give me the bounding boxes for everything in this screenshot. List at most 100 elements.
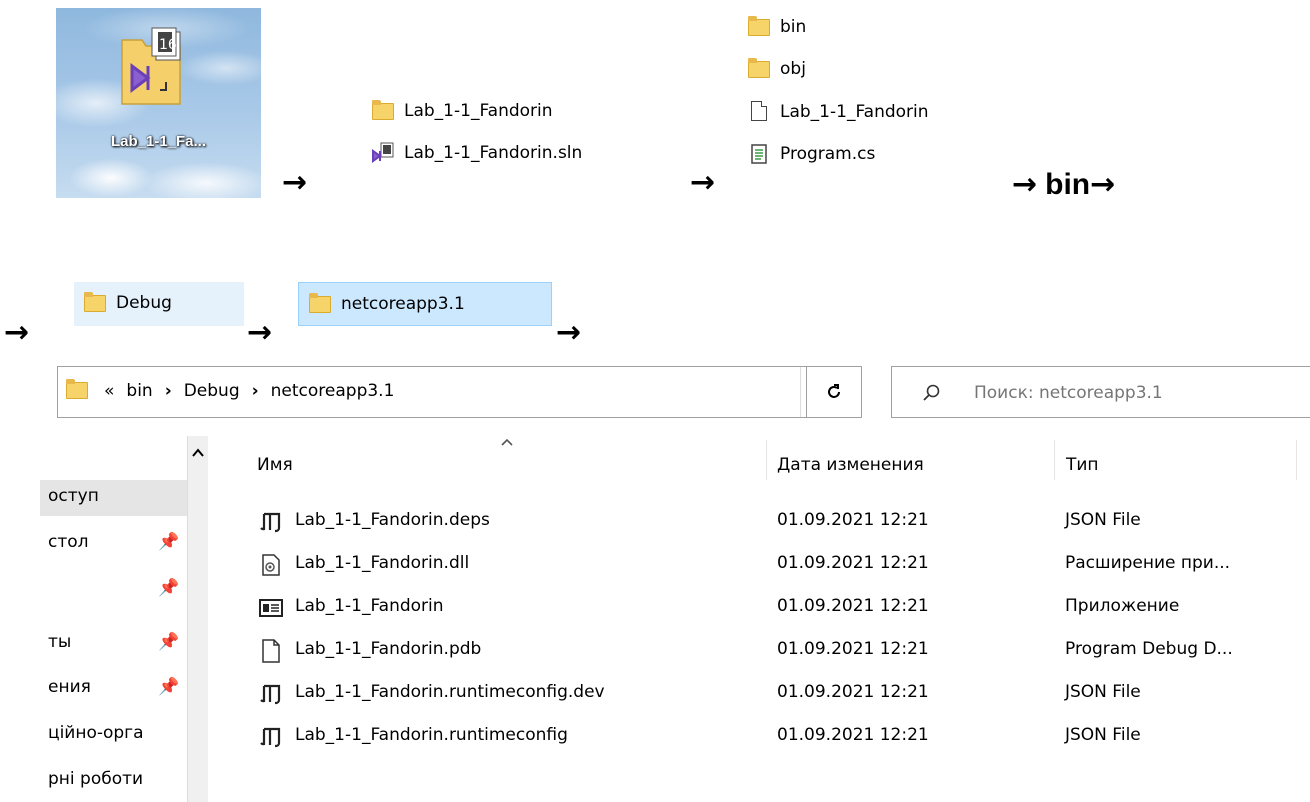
step-arrow-6: → xyxy=(247,315,273,350)
file-date: 01.09.2021 12:21 xyxy=(777,682,929,702)
pin-icon: 📌 xyxy=(158,632,180,652)
column-divider[interactable] xyxy=(1296,440,1297,480)
refresh-icon xyxy=(828,384,840,398)
table-row[interactable]: Lab_1-1_Fandorin.runtimeconfig.dev 01.09… xyxy=(255,676,1310,712)
list-item-label: Lab_1-1_Fandorin xyxy=(780,102,929,122)
nav-item-label: рні роботи xyxy=(48,769,144,789)
nav-item-label: оступ xyxy=(48,486,99,506)
list-item-project-file[interactable]: Lab_1-1_Fandorin xyxy=(748,101,929,123)
file-icon xyxy=(262,639,280,663)
exe-icon xyxy=(259,599,283,617)
file-name: Lab_1-1_Fandorin.dll xyxy=(295,553,470,573)
nav-item-label: ційно-орга xyxy=(48,723,144,743)
search-icon xyxy=(923,384,940,401)
pin-icon: 📌 xyxy=(158,578,180,598)
dll-icon xyxy=(262,554,280,576)
list-item-solution-folder[interactable]: Lab_1-1_Fandorin xyxy=(372,100,553,122)
breadcrumb-debug[interactable]: Debug xyxy=(184,381,240,401)
nav-item-label: ения xyxy=(48,677,91,697)
folder-icon xyxy=(748,16,770,38)
json-icon xyxy=(260,512,281,533)
folder-label: netcoreapp3.1 xyxy=(341,294,465,314)
folder-icon xyxy=(748,58,770,80)
nav-item-label: ты xyxy=(48,632,72,652)
table-row[interactable]: Lab_1-1_Fandorin 01.09.2021 12:21 Прилож… xyxy=(255,590,1310,626)
desktop-shortcut-tile[interactable]: 16 Lab_1-1_Fa... xyxy=(56,8,261,198)
list-item-sln-file[interactable]: Lab_1-1_Fandorin.sln xyxy=(372,142,582,164)
file-date: 01.09.2021 12:21 xyxy=(777,596,929,616)
file-name: Lab_1-1_Fandorin.runtimeconfig.dev xyxy=(295,682,605,702)
breadcrumb-bin[interactable]: bin xyxy=(126,381,152,401)
json-icon xyxy=(260,727,281,748)
step-arrow-2: → xyxy=(690,165,716,200)
netcoreapp-folder-item[interactable]: netcoreapp3.1 xyxy=(298,282,552,326)
step-arrow-4: → xyxy=(1090,167,1116,202)
file-icon xyxy=(748,101,770,123)
folder-icon xyxy=(372,100,394,122)
list-item-label: Program.cs xyxy=(780,144,876,164)
file-type: Расширение при... xyxy=(1065,553,1231,573)
file-name: Lab_1-1_Fandorin.runtimeconfig xyxy=(295,725,568,745)
file-type: JSON File xyxy=(1065,682,1141,702)
column-divider[interactable] xyxy=(1054,440,1055,480)
list-item-obj-folder[interactable]: obj xyxy=(748,58,806,80)
pin-icon: 📌 xyxy=(158,677,180,697)
column-header-date[interactable]: Дата изменения xyxy=(777,455,924,475)
refresh-button[interactable] xyxy=(806,366,862,418)
search-box[interactable] xyxy=(891,366,1310,418)
folder-icon xyxy=(66,379,88,399)
file-name: Lab_1-1_Fandorin.pdb xyxy=(295,639,482,659)
vs-solution-folder-icon: 16 xyxy=(121,27,181,105)
file-type: JSON File xyxy=(1065,510,1141,530)
file-name: Lab_1-1_Fandorin xyxy=(295,596,444,616)
step-arrow-3: → xyxy=(1012,167,1038,202)
text-file-icon xyxy=(748,143,770,165)
file-date: 01.09.2021 12:21 xyxy=(777,639,929,659)
nav-scrollbar[interactable] xyxy=(187,436,208,802)
folder-icon xyxy=(84,292,106,314)
table-row[interactable]: Lab_1-1_Fandorin.pdb 01.09.2021 12:21 Pr… xyxy=(255,633,1310,669)
file-type: Program Debug D... xyxy=(1065,639,1233,659)
debug-folder-item[interactable]: Debug xyxy=(74,282,244,326)
sort-ascending-icon xyxy=(501,438,513,446)
file-type: JSON File xyxy=(1065,725,1141,745)
chevron-right-icon: › xyxy=(164,381,172,401)
file-date: 01.09.2021 12:21 xyxy=(777,553,929,573)
pin-icon: 📌 xyxy=(158,532,180,552)
nav-item-label: стол xyxy=(48,532,89,552)
table-row[interactable]: Lab_1-1_Fandorin.dll 01.09.2021 12:21 Ра… xyxy=(255,547,1310,583)
folder-icon xyxy=(309,293,331,315)
column-header-type[interactable]: Тип xyxy=(1066,455,1099,475)
column-header-name[interactable]: Имя xyxy=(257,455,293,475)
svg-text:16: 16 xyxy=(159,37,177,53)
breadcrumb-netcoreapp[interactable]: netcoreapp3.1 xyxy=(271,381,395,401)
list-item-label: bin xyxy=(780,17,807,37)
bin-step-label: bin xyxy=(1045,168,1091,201)
step-arrow-1: → xyxy=(282,165,308,200)
table-row[interactable]: Lab_1-1_Fandorin.runtimeconfig 01.09.202… xyxy=(255,719,1310,755)
table-row[interactable]: Lab_1-1_Fandorin.deps 01.09.2021 12:21 J… xyxy=(255,504,1310,540)
folder-label: Debug xyxy=(116,293,172,313)
file-date: 01.09.2021 12:21 xyxy=(777,510,929,530)
file-name: Lab_1-1_Fandorin.deps xyxy=(295,510,490,530)
file-type: Приложение xyxy=(1065,596,1180,616)
chevron-right-icon: › xyxy=(251,381,259,401)
column-divider[interactable] xyxy=(766,440,767,480)
vs-solution-icon xyxy=(372,142,394,164)
list-item-program-cs[interactable]: Program.cs xyxy=(748,143,875,165)
list-item-bin-folder[interactable]: bin xyxy=(748,16,806,38)
search-input[interactable] xyxy=(972,379,1306,407)
desktop-shortcut-label: Lab_1-1_Fa... xyxy=(110,133,207,150)
bin-step: → bin → xyxy=(1012,168,1115,202)
breadcrumb-overflow[interactable]: « xyxy=(104,381,114,401)
nav-item-quick-access[interactable]: оступ xyxy=(40,480,187,516)
file-date: 01.09.2021 12:21 xyxy=(777,725,929,745)
list-item-label: obj xyxy=(780,59,806,79)
step-arrow-7: → xyxy=(556,315,582,350)
step-arrow-5: → xyxy=(4,315,30,350)
address-bar[interactable]: « bin › Debug › netcoreapp3.1 xyxy=(57,366,861,418)
nav-item-pinned[interactable]: 📌 xyxy=(40,578,187,602)
list-item-label: Lab_1-1_Fandorin.sln xyxy=(404,143,583,163)
scroll-up-icon[interactable] xyxy=(192,448,204,458)
list-item-label: Lab_1-1_Fandorin xyxy=(404,101,553,121)
